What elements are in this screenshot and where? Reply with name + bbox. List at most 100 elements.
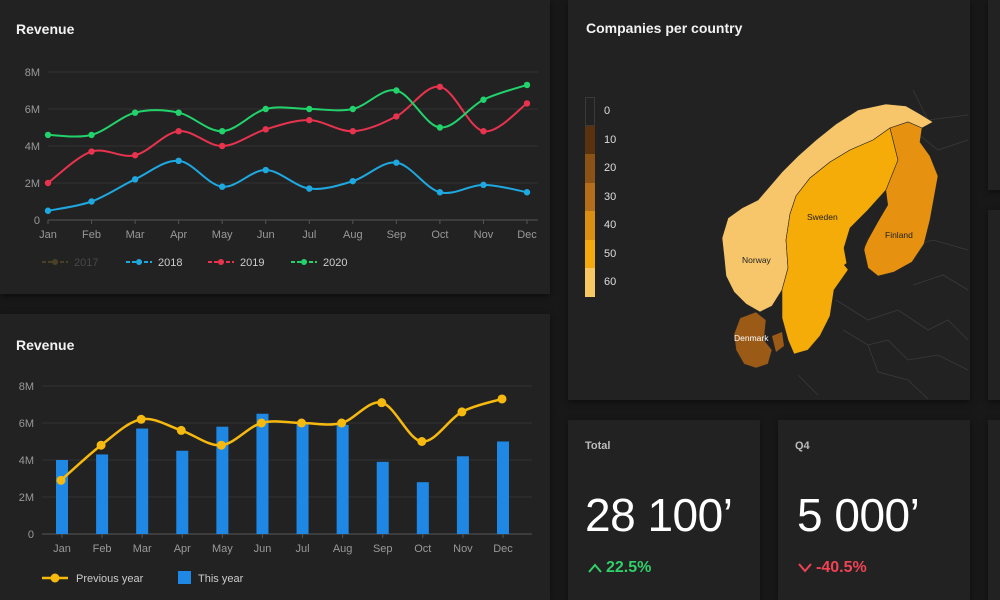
data-point-2020: [175, 109, 182, 116]
data-point-previous-year: [256, 418, 266, 428]
data-point-2020: [523, 81, 531, 89]
x-tick-label: Mar: [126, 229, 145, 241]
legend-swatch: [178, 571, 191, 584]
bar-Aug: [336, 424, 349, 534]
legend-swatch: [585, 211, 595, 240]
data-point-2020: [480, 96, 487, 103]
data-point-previous-year: [417, 437, 427, 446]
data-point-2018: [131, 176, 139, 183]
offscreen-card-bottom: [988, 420, 1000, 600]
data-point-2019: [218, 142, 226, 150]
legend-label: 10: [604, 133, 617, 146]
country-label-denmark: Denmark: [734, 333, 769, 343]
y-tick-label: 4M: [19, 455, 34, 467]
data-point-2020: [44, 131, 52, 139]
data-point-2019: [393, 113, 400, 120]
country-label-sweden: Sweden: [807, 212, 838, 222]
legend-swatch: [585, 268, 595, 297]
revenue-bar-chart[interactable]: 0 2M 4M 6M 8M Jan Feb Mar Apr May Jun Jul Aug Sep Oct N…: [0, 314, 550, 600]
y-tick-label: 0: [34, 215, 40, 227]
bar-Jan: [56, 460, 68, 534]
data-point-2018: [175, 157, 182, 164]
data-point-previous-year: [377, 398, 387, 408]
y-tick-label: 2M: [19, 492, 34, 504]
legend-item-2020[interactable]: 2020: [291, 257, 347, 269]
data-point-2019: [523, 100, 531, 107]
x-tick-label: Sep: [387, 229, 407, 241]
data-point-2018: [88, 198, 95, 205]
legend-item-2019[interactable]: 2019: [208, 257, 264, 269]
bar-Oct: [416, 482, 429, 534]
arrow-up-icon: [588, 563, 602, 573]
offscreen-card-middle: [988, 210, 1000, 400]
x-tick-label: Aug: [343, 229, 363, 241]
data-point-2019: [480, 128, 487, 135]
bar-Mar: [136, 428, 149, 534]
bar-Jun: [256, 413, 269, 534]
x-tick-label: Apr: [170, 229, 187, 241]
legend-label: 20: [604, 162, 617, 174]
kpi-label: Q4: [795, 440, 810, 452]
country-denmark-islands: [772, 332, 784, 352]
data-point-2019: [436, 83, 444, 91]
data-point-2018: [393, 159, 400, 166]
data-point-2019: [44, 179, 52, 187]
offscreen-card-top: [988, 0, 1000, 190]
x-tick-label: Feb: [82, 229, 101, 241]
legend-item-50: 50: [585, 239, 645, 269]
legend-swatch: [585, 239, 595, 269]
legend-label: 50: [604, 247, 617, 260]
legend-item-2018[interactable]: 2018: [126, 257, 182, 269]
series-line-2020: [47, 84, 528, 138]
bar-Feb: [96, 454, 109, 534]
y-tick-label: 6M: [25, 104, 40, 116]
x-tick-label: Aug: [333, 543, 353, 555]
legend-label: 40: [604, 219, 617, 231]
data-point-2019: [88, 148, 95, 155]
data-point-previous-year: [176, 425, 186, 435]
bar-Apr: [176, 450, 189, 534]
bar-Sep: [376, 461, 389, 534]
x-tick-label: Feb: [93, 543, 112, 555]
legend-label: 2017: [74, 257, 98, 269]
data-point-2020: [306, 105, 313, 113]
data-point-2019: [175, 128, 182, 135]
legend-swatch: [585, 125, 595, 155]
kpi-value: 5 000’: [797, 489, 920, 541]
bar-Nov: [456, 456, 469, 534]
x-tick-label: Nov: [453, 543, 473, 555]
legend-label: This year: [198, 573, 244, 585]
legend-marker: [50, 573, 60, 583]
data-point-2019: [262, 126, 269, 133]
legend-label: Previous year: [76, 573, 144, 585]
data-point-previous-year: [56, 475, 66, 485]
legend-label: 60: [604, 276, 617, 288]
y-tick-label: 8M: [19, 381, 34, 393]
legend-item-this-year[interactable]: This year: [178, 571, 244, 585]
legend-swatch: [585, 182, 595, 212]
data-point-2020: [393, 87, 400, 94]
companies-map-card: Companies per country Sweden Finland Nor…: [568, 0, 970, 400]
data-point-2020: [88, 131, 95, 139]
x-tick-label: May: [212, 229, 233, 241]
data-point-2020: [262, 105, 269, 113]
x-tick-label: Mar: [133, 543, 152, 555]
data-point-2020: [218, 128, 226, 135]
revenue-line-chart[interactable]: 0 2M 4M 6M 8M Jan Feb Mar Apr May Jun Jul Aug Sep Oct N…: [0, 0, 550, 294]
data-point-2018: [349, 177, 357, 185]
kpi-value: 28 100’: [585, 489, 733, 541]
legend-item-previous-year[interactable]: Previous year: [42, 573, 144, 585]
data-point-previous-year: [96, 440, 106, 450]
legend-item-10: 10: [585, 125, 645, 155]
x-tick-label: Jul: [296, 543, 310, 555]
x-tick-label: May: [212, 543, 233, 555]
x-tick-label: Jan: [39, 229, 57, 241]
kpi-label: Total: [585, 440, 611, 452]
legend-item-20: 20: [585, 154, 645, 183]
country-label-norway: Norway: [742, 255, 772, 265]
x-tick-label: Dec: [517, 229, 537, 241]
data-point-2018: [480, 181, 487, 189]
legend-item-2017[interactable]: 2017: [42, 257, 98, 269]
data-point-previous-year: [457, 407, 467, 417]
legend-swatch: [585, 154, 595, 183]
